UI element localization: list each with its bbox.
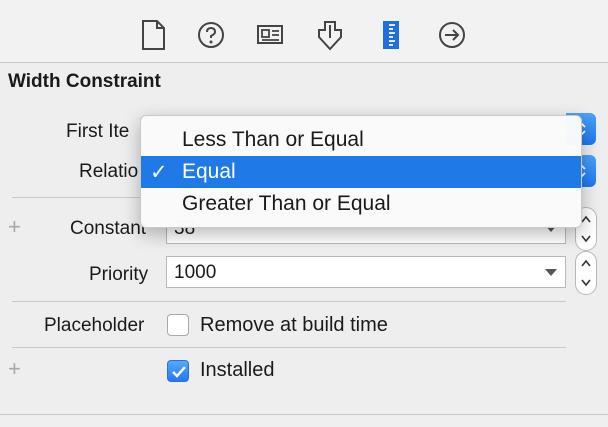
menu-item-equal[interactable]: ✓ Equal <box>141 156 581 188</box>
size-inspector-icon[interactable] <box>376 18 410 52</box>
identity-inspector-icon[interactable] <box>253 18 287 52</box>
remove-at-build-time-checkbox[interactable] <box>167 314 189 336</box>
add-variation-icon[interactable]: + <box>8 216 21 238</box>
inspector-toolbar <box>0 0 608 63</box>
file-inspector-icon[interactable] <box>136 18 170 52</box>
priority-label: Priority <box>89 264 149 285</box>
section-title: Width Constraint <box>8 71 161 92</box>
priority-field[interactable]: 1000 <box>166 256 566 288</box>
relation-label: Relatio <box>79 161 139 182</box>
first-item-label: First Ite <box>66 121 130 142</box>
menu-item-less-than-or-equal[interactable]: Less Than or Equal <box>141 124 581 156</box>
placeholder-label: Placeholder <box>44 315 145 336</box>
menu-item-greater-than-or-equal[interactable]: Greater Than or Equal <box>141 188 581 220</box>
add-variation-icon[interactable]: + <box>8 358 21 380</box>
priority-value: 1000 <box>174 262 217 283</box>
separator <box>12 347 566 348</box>
checkmark-icon <box>172 366 186 378</box>
installed-label[interactable]: Installed <box>200 359 275 382</box>
separator <box>12 301 566 302</box>
priority-stepper[interactable] <box>575 251 597 295</box>
relation-menu: Less Than or Equal ✓ Equal Greater Than … <box>140 115 582 228</box>
bottom-bar <box>0 414 608 427</box>
connections-inspector-icon[interactable] <box>435 18 469 52</box>
installed-checkbox[interactable] <box>167 360 189 382</box>
attributes-inspector-icon[interactable] <box>313 18 347 52</box>
quick-help-icon[interactable] <box>194 18 228 52</box>
checkmark-icon: ✓ <box>150 161 168 184</box>
constant-label: Constant <box>70 218 147 239</box>
remove-at-build-time-label[interactable]: Remove at build time <box>200 314 388 337</box>
caret-down-icon <box>545 269 557 276</box>
